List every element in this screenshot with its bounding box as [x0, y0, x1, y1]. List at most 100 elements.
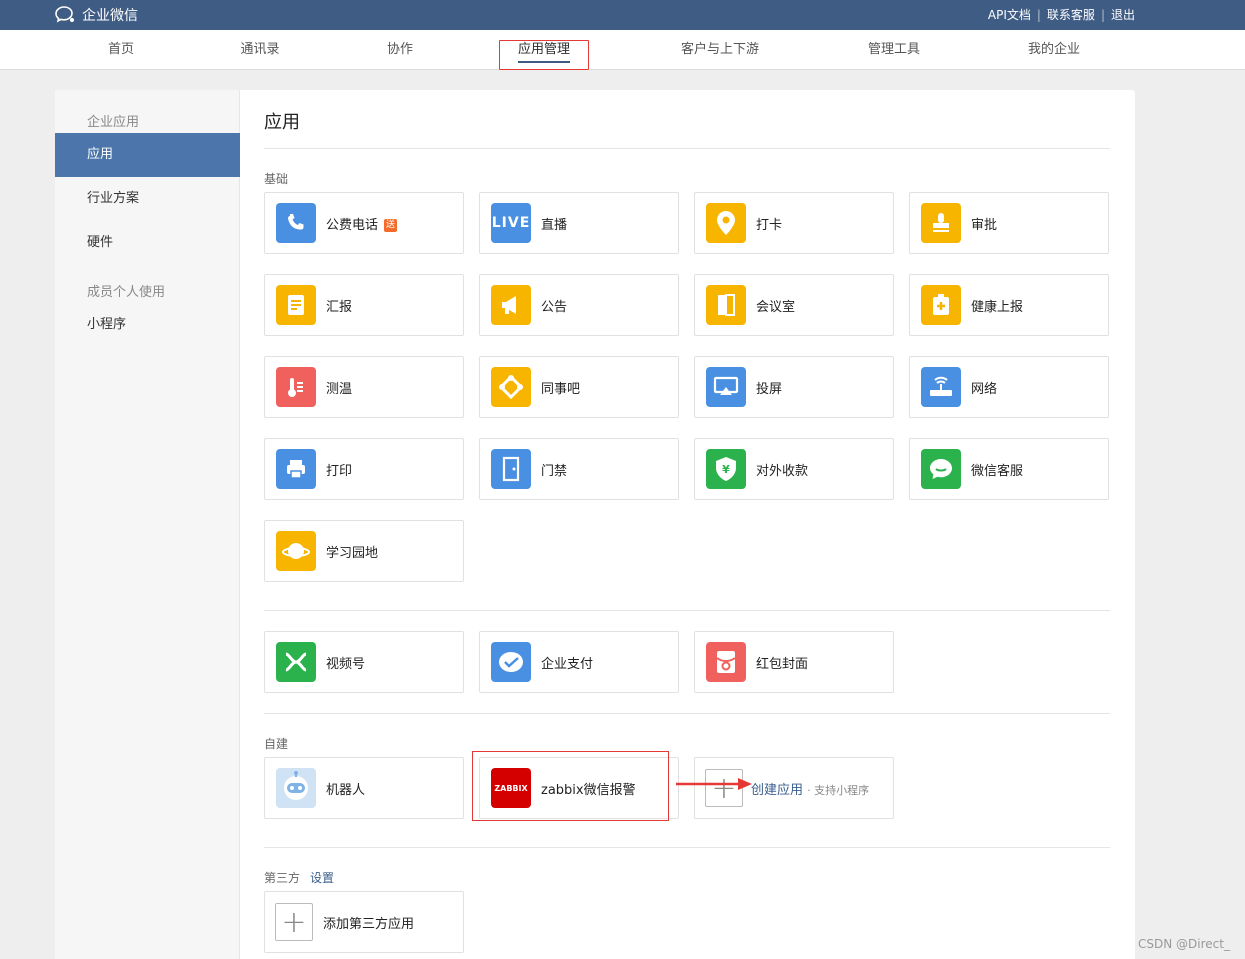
app-label: 公费电话送 — [326, 217, 398, 233]
app-label: 视频号 — [326, 656, 366, 672]
sidebar-group-enterprise: 企业应用 — [87, 115, 140, 130]
app-card-basic-8[interactable]: 测温 — [264, 356, 464, 418]
divider — [264, 847, 1110, 848]
app-card-wechat-0[interactable]: 视频号 — [264, 631, 464, 693]
separator: | — [1100, 7, 1105, 22]
nav-collaboration[interactable]: 协作 — [387, 30, 413, 70]
nav-my-enterprise[interactable]: 我的企业 — [1028, 30, 1080, 70]
section-custom-label: 自建 — [264, 737, 289, 751]
contact-support-link[interactable]: 联系客服 — [1047, 6, 1095, 23]
gift-badge: 送 — [384, 218, 398, 232]
app-label: 投屏 — [756, 381, 783, 397]
app-label: 对外收款 — [756, 463, 809, 479]
megaphone-icon — [491, 285, 531, 325]
app-card-basic-11[interactable]: 网络 — [909, 356, 1109, 418]
app-label: 打印 — [326, 463, 353, 479]
location-pin-icon — [706, 203, 746, 243]
top-links: API文档 | 联系客服 | 退出 — [988, 6, 1135, 23]
app-label: 公告 — [541, 299, 568, 315]
page-title: 应用 — [264, 112, 300, 133]
app-label: 学习园地 — [326, 545, 379, 561]
app-label: 企业支付 — [541, 656, 594, 672]
top-bar: 企业微信 API文档 | 联系客服 | 退出 — [0, 0, 1245, 30]
app-card-basic-16[interactable]: 学习园地 — [264, 520, 464, 582]
third-party-settings-link[interactable]: 设置 — [310, 871, 334, 885]
wifi-router-icon — [921, 367, 961, 407]
yuan-shield-icon: ¥ — [706, 449, 746, 489]
divider — [264, 148, 1110, 149]
planet-icon — [276, 531, 316, 571]
app-card-wechat-1[interactable]: 企业支付 — [479, 631, 679, 693]
app-label: 审批 — [971, 217, 998, 233]
app-label: 同事吧 — [541, 381, 581, 397]
app-card-basic-6[interactable]: 会议室 — [694, 274, 894, 336]
divider — [264, 713, 1110, 714]
app-card-basic-14[interactable]: ¥ 对外收款 — [694, 438, 894, 500]
app-label: 直播 — [541, 217, 568, 233]
app-card-basic-0[interactable]: 公费电话送 — [264, 192, 464, 254]
brand-name: 企业微信 — [82, 8, 138, 24]
app-card-basic-9[interactable]: 同事吧 — [479, 356, 679, 418]
app-card-basic-3[interactable]: 审批 — [909, 192, 1109, 254]
app-card-basic-10[interactable]: 投屏 — [694, 356, 894, 418]
create-app-label: 创建应用 · 支持小程序 — [751, 779, 869, 798]
logout-link[interactable]: 退出 — [1111, 6, 1135, 23]
add-third-party-label: 添加第三方应用 — [323, 916, 415, 932]
app-label: 红包封面 — [756, 656, 809, 672]
add-third-party-card[interactable]: + 添加第三方应用 — [264, 891, 464, 953]
app-card-basic-5[interactable]: 公告 — [479, 274, 679, 336]
app-label: 网络 — [971, 381, 998, 397]
app-card-basic-13[interactable]: 门禁 — [479, 438, 679, 500]
app-label: 门禁 — [541, 463, 568, 479]
channels-icon — [276, 642, 316, 682]
sidebar-item-mini-program[interactable]: 小程序 — [55, 303, 240, 347]
nav-home[interactable]: 首页 — [108, 30, 134, 70]
section-basic-label: 基础 — [264, 172, 289, 186]
health-icon — [921, 285, 961, 325]
pay-icon — [491, 642, 531, 682]
app-card-basic-2[interactable]: 打卡 — [694, 192, 894, 254]
nav-contacts[interactable]: 通讯录 — [240, 30, 279, 70]
app-label: 会议室 — [756, 299, 796, 315]
app-label: 健康上报 — [971, 299, 1024, 315]
app-card-custom-0[interactable]: 机器人 — [264, 757, 464, 819]
app-card-basic-7[interactable]: 健康上报 — [909, 274, 1109, 336]
screencast-icon — [706, 367, 746, 407]
printer-icon — [276, 449, 316, 489]
content-panel: 企业应用 应用 行业方案 硬件 成员个人使用 小程序 应用 基础 公费电话送 LI… — [55, 90, 1135, 959]
sidebar-item-industry[interactable]: 行业方案 — [55, 177, 240, 221]
door-icon — [706, 285, 746, 325]
app-label: 汇报 — [326, 299, 353, 315]
app-card-basic-15[interactable]: 微信客服 — [909, 438, 1109, 500]
watermark: CSDN @Direct_ — [1138, 937, 1230, 951]
api-docs-link[interactable]: API文档 — [988, 6, 1031, 23]
arrow-icon — [676, 778, 752, 790]
stamp-icon — [921, 203, 961, 243]
robot-icon — [276, 768, 316, 808]
sidebar: 企业应用 应用 行业方案 硬件 成员个人使用 小程序 — [55, 90, 240, 959]
nav-app-management[interactable]: 应用管理 — [498, 40, 590, 70]
app-card-basic-4[interactable]: 汇报 — [264, 274, 464, 336]
sidebar-group-personal: 成员个人使用 — [87, 285, 166, 300]
wecom-logo-icon — [55, 6, 77, 24]
brand-logo[interactable]: 企业微信 — [55, 5, 138, 25]
separator: | — [1036, 7, 1041, 22]
app-card-basic-12[interactable]: 打印 — [264, 438, 464, 500]
third-party-label: 第三方 — [264, 871, 301, 885]
app-label: 机器人 — [326, 782, 366, 798]
app-card-basic-1[interactable]: LIVE 直播 — [479, 192, 679, 254]
thermometer-icon — [276, 367, 316, 407]
plus-icon: + — [275, 903, 313, 941]
sidebar-item-hardware[interactable]: 硬件 — [55, 221, 240, 265]
red-packet-icon — [706, 642, 746, 682]
phone-icon — [276, 203, 316, 243]
nav-tools[interactable]: 管理工具 — [868, 30, 920, 70]
nav-customers[interactable]: 客户与上下游 — [681, 30, 759, 70]
sidebar-item-apps[interactable]: 应用 — [55, 133, 240, 177]
app-card-wechat-2[interactable]: 红包封面 — [694, 631, 894, 693]
report-icon — [276, 285, 316, 325]
create-app-text: 创建应用 — [751, 782, 804, 798]
svg-text:¥: ¥ — [722, 463, 730, 476]
create-app-sub: · 支持小程序 — [807, 783, 870, 797]
app-label: 微信客服 — [971, 463, 1024, 479]
